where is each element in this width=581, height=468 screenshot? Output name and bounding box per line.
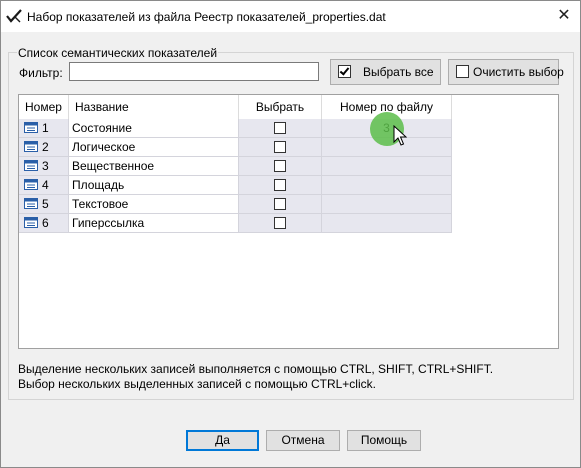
row-select-checkbox[interactable]: [274, 122, 286, 134]
column-header-name[interactable]: Название: [69, 95, 239, 119]
row-number-cell: 6: [19, 214, 69, 232]
clear-selection-label: Очистить выбор: [473, 65, 564, 79]
hint-text: Выбор нескольких выделенных записей с по…: [18, 377, 376, 391]
close-icon[interactable]: ✕: [554, 6, 574, 26]
row-name: Логическое: [69, 138, 239, 156]
row-select-checkbox[interactable]: [274, 179, 286, 191]
table-row[interactable]: 4 Площадь: [19, 176, 452, 195]
row-number-cell: 1: [19, 119, 69, 137]
row-number: 6: [42, 216, 49, 230]
indicators-table[interactable]: Номер Название Выбрать Номер по файлу 1 …: [18, 94, 559, 349]
record-icon: [24, 198, 38, 209]
mouse-pointer-icon: [393, 125, 407, 146]
row-name: Вещественное: [69, 157, 239, 175]
select-all-button[interactable]: Выбрать все: [330, 59, 441, 85]
row-file-number[interactable]: [322, 176, 452, 194]
window-title: Набор показателей из файла Реестр показа…: [27, 10, 386, 24]
row-select-cell: [239, 157, 322, 175]
hint-text: Выделение нескольких записей выполняется…: [18, 362, 494, 376]
column-header-select[interactable]: Выбрать: [239, 95, 322, 119]
row-file-number[interactable]: [322, 157, 452, 175]
row-file-number[interactable]: [322, 214, 452, 232]
record-icon: [24, 217, 38, 228]
record-icon: [24, 122, 38, 133]
row-name: Состояние: [69, 119, 239, 137]
row-select-cell: [239, 195, 322, 213]
table-row[interactable]: 3 Вещественное: [19, 157, 452, 176]
row-number-cell: 4: [19, 176, 69, 194]
row-select-cell: [239, 138, 322, 156]
record-icon: [24, 160, 38, 171]
row-select-cell: [239, 176, 322, 194]
row-name: Гиперссылка: [69, 214, 239, 232]
row-name: Площадь: [69, 176, 239, 194]
select-all-label: Выбрать все: [363, 65, 434, 79]
table-row[interactable]: 5 Текстовое: [19, 195, 452, 214]
row-number: 4: [42, 178, 49, 192]
clear-selection-button[interactable]: Очистить выбор: [448, 59, 564, 85]
row-select-checkbox[interactable]: [274, 217, 286, 229]
row-number: 1: [42, 121, 49, 135]
row-select-cell: [239, 214, 322, 232]
app-checkmark-icon: [6, 9, 22, 23]
row-select-checkbox[interactable]: [274, 160, 286, 172]
row-select-checkbox[interactable]: [274, 141, 286, 153]
row-number-cell: 5: [19, 195, 69, 213]
cancel-button[interactable]: Отмена: [266, 430, 340, 451]
title-bar[interactable]: Набор показателей из файла Реестр показа…: [1, 1, 580, 32]
column-header-number[interactable]: Номер: [19, 95, 69, 119]
table-row[interactable]: 6 Гиперссылка: [19, 214, 452, 233]
filter-input[interactable]: [69, 62, 319, 81]
dialog-window: Набор показателей из файла Реестр показа…: [0, 0, 581, 468]
row-select-checkbox[interactable]: [274, 198, 286, 210]
row-number-cell: 2: [19, 138, 69, 156]
row-number: 2: [42, 140, 49, 154]
row-file-number[interactable]: [322, 195, 452, 213]
row-number: 3: [42, 159, 49, 173]
record-icon: [24, 141, 38, 152]
select-all-checkbox-icon: [338, 65, 351, 78]
group-legend: Список семантических показателей: [17, 46, 219, 60]
ok-button[interactable]: Да: [186, 430, 259, 451]
clear-selection-checkbox-icon: [456, 65, 469, 78]
row-number-cell: 3: [19, 157, 69, 175]
row-select-cell: [239, 119, 322, 137]
row-number: 5: [42, 197, 49, 211]
row-name: Текстовое: [69, 195, 239, 213]
help-button[interactable]: Помощь: [347, 430, 421, 451]
record-icon: [24, 179, 38, 190]
filter-label: Фильтр:: [19, 66, 63, 80]
